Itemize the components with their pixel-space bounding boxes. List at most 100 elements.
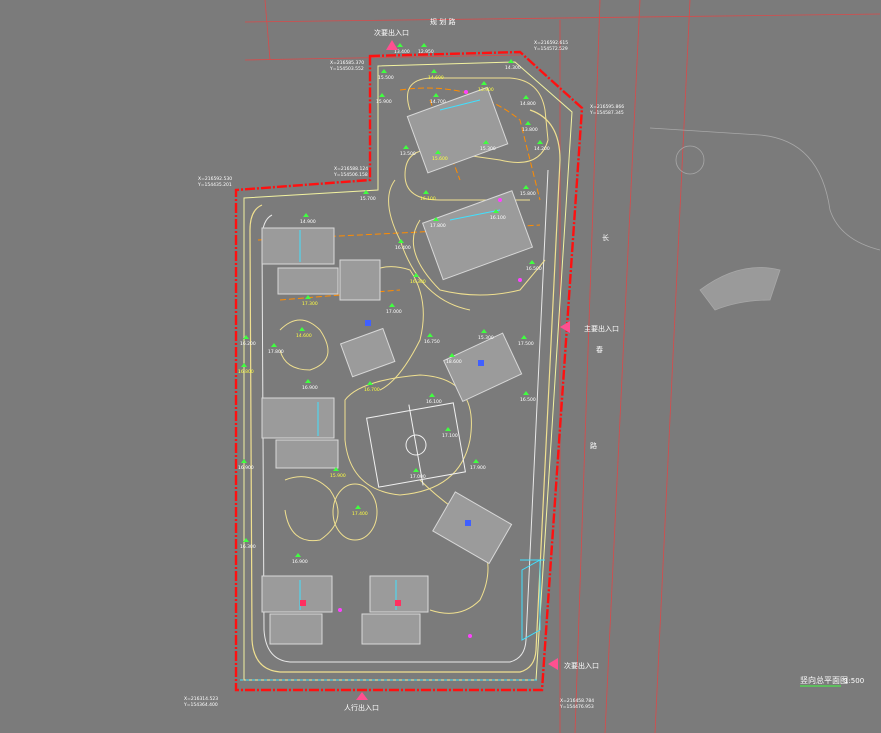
elevation-label: 17.500 xyxy=(518,341,534,347)
elevation-label: 15.800 xyxy=(520,191,536,197)
elevation-label: 14.800 xyxy=(520,101,536,107)
coordinate-label: X=216592.615 xyxy=(534,40,568,46)
elevation-label: 16.100 xyxy=(420,196,436,202)
elevation-marker-icon xyxy=(413,273,419,277)
elevation-label: 17.000 xyxy=(386,309,402,315)
elevation-marker-icon xyxy=(481,329,487,333)
elevation-label: 16.500 xyxy=(526,266,542,272)
elevation-marker-icon xyxy=(521,335,527,339)
elevation-label: 12.950 xyxy=(418,49,434,55)
elevation-marker-icon xyxy=(355,505,361,509)
elevation-label: 14.200 xyxy=(534,146,550,152)
external-roads xyxy=(244,0,881,733)
elevation-label: 14.700 xyxy=(430,99,446,105)
elevation-marker-icon xyxy=(295,553,301,557)
elevation-label: 16.300 xyxy=(410,279,426,285)
elevation-marker-icon xyxy=(445,427,451,431)
elevation-label: 16.900 xyxy=(238,465,254,471)
drawing-scale: 1:500 xyxy=(844,677,864,685)
south-entrance-label[interactable]: 人行出入口 xyxy=(344,703,379,712)
elevation-marker-icon xyxy=(523,391,529,395)
elevation-marker-icon xyxy=(481,81,487,85)
coordinate-label: X=216592.530 xyxy=(198,176,232,182)
elevation-marker-icon xyxy=(431,69,437,73)
southeast-entrance-label[interactable]: 次要出入口 xyxy=(564,661,599,670)
elevation-marker-icon xyxy=(529,260,535,264)
north-road-label: 规 划 路 xyxy=(430,17,455,26)
elevation-label: 17.400 xyxy=(352,511,368,517)
elevation-label: 17.800 xyxy=(268,349,284,355)
elevation-marker-icon xyxy=(389,303,395,307)
elevation-label: 14.600 xyxy=(296,333,312,339)
elevation-label: 16.400 xyxy=(395,245,411,251)
elevation-label: 17.100 xyxy=(442,433,458,439)
site-plan-svg: 13.400 12.95015.500 14.60014.30015.900 14.7… xyxy=(183,0,881,733)
elevation-marker-icon xyxy=(523,95,529,99)
elevation-marker-icon xyxy=(305,379,311,383)
east-road-char-1: 长 xyxy=(602,233,609,242)
coordinate-label: Y=154503.552 xyxy=(329,66,364,72)
coordinate-label: X=216595.866 xyxy=(590,104,624,110)
elevation-marker-icon xyxy=(473,459,479,463)
elevation-marker-icon xyxy=(299,327,305,331)
elevation-marker-icon xyxy=(403,145,409,149)
coordinate-label: X=216585.370 xyxy=(330,60,364,66)
elevation-marker-icon xyxy=(429,393,435,397)
elevation-marker-icon xyxy=(271,343,277,347)
elevation-marker-icon xyxy=(379,93,385,97)
elevation-labels-layer: 13.400 12.95015.500 14.60014.30015.900 14.7… xyxy=(238,43,550,565)
elevation-marker-icon xyxy=(508,59,514,63)
elevation-label: 16.700 xyxy=(364,387,380,393)
elevation-marker-icon xyxy=(241,459,247,463)
elevation-label: 15.900 xyxy=(376,99,392,105)
elevation-label: 17.800 xyxy=(430,223,446,229)
elevation-label: 16.300 xyxy=(240,544,256,550)
elevation-label: 14.900 xyxy=(300,219,316,225)
elevation-marker-icon xyxy=(525,121,531,125)
elevation-marker-icon xyxy=(241,363,247,367)
elevation-marker-icon xyxy=(303,213,309,217)
elevation-label: 17.300 xyxy=(302,301,318,307)
elevation-label: 16.900 xyxy=(292,559,308,565)
coordinate-label: Y=154572.529 xyxy=(533,46,568,52)
elevation-label: 14.600 xyxy=(428,75,444,81)
north-entrance-label[interactable]: 次要出入口 xyxy=(374,28,409,37)
elevation-label: 15.900 xyxy=(330,473,346,479)
coordinate-label: X=216588.124 xyxy=(334,166,368,172)
elevation-label: 15.500 xyxy=(378,75,394,81)
external-grey-road xyxy=(649,127,881,311)
coordinate-label: Y=154506.158 xyxy=(333,172,368,178)
elevation-marker-icon xyxy=(423,190,429,194)
elevation-label: 16.200 xyxy=(240,341,256,347)
elevation-marker-icon xyxy=(537,140,543,144)
elevation-label: 16.500 xyxy=(520,397,536,403)
coordinate-label: X=216314.523 xyxy=(184,696,218,702)
elevation-marker-icon xyxy=(433,93,439,97)
coordinate-label: Y=154476.953 xyxy=(559,704,594,710)
elevation-label: 16.750 xyxy=(424,339,440,345)
elevation-label: 17.900 xyxy=(470,465,486,471)
elevation-marker-icon xyxy=(421,43,427,47)
elevation-marker-icon xyxy=(427,333,433,337)
elevation-marker-icon xyxy=(398,239,404,243)
elevation-label: 14.300 xyxy=(505,65,521,71)
elevation-label: 16.100 xyxy=(490,215,506,221)
elevation-label: 16.100 xyxy=(426,399,442,405)
elevation-label: 18.600 xyxy=(446,359,462,365)
east-road-char-3: 路 xyxy=(590,441,597,450)
elevation-marker-icon xyxy=(397,43,403,47)
elevation-label: 15.600 xyxy=(432,156,448,162)
coordinate-label: Y=154435.201 xyxy=(197,182,232,188)
elevation-marker-icon xyxy=(523,185,529,189)
coordinate-label: X=216458.784 xyxy=(560,698,594,704)
coordinate-label: Y=154364.400 xyxy=(183,702,218,708)
east-main-entrance-label[interactable]: 主要出入口 xyxy=(584,324,619,333)
elevation-label: 16.800 xyxy=(238,369,254,375)
elevation-marker-icon xyxy=(449,353,455,357)
elevation-label: 17.000 xyxy=(410,474,426,480)
elevation-marker-icon xyxy=(381,69,387,73)
elevation-marker-icon xyxy=(413,468,419,472)
elevation-label: 13.800 xyxy=(522,127,538,133)
elevation-label: 13.900 xyxy=(478,87,494,93)
elevation-label: 15.300 xyxy=(480,146,496,152)
